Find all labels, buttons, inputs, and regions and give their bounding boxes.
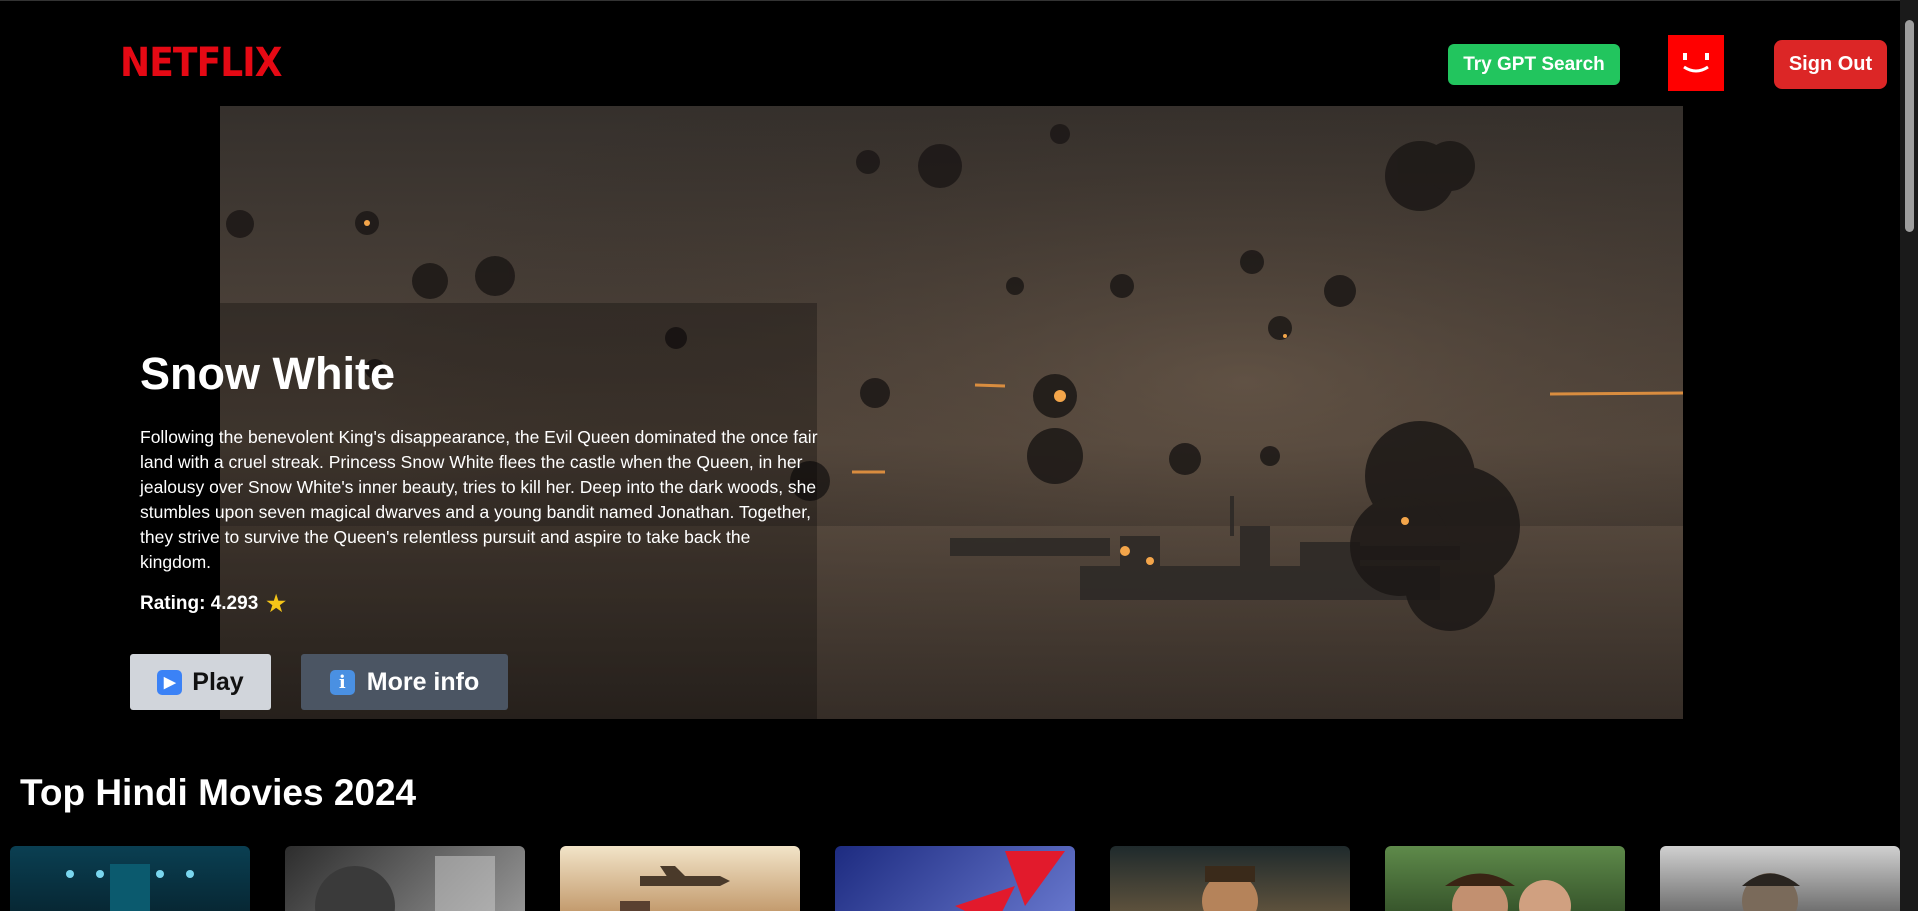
poster-6-art <box>1445 873 1571 911</box>
poster-1-art <box>66 864 194 911</box>
info-icon: i <box>329 669 355 695</box>
poster-5-art <box>1202 866 1258 911</box>
poster-2-art <box>315 856 495 911</box>
poster-7-art <box>1742 873 1800 911</box>
rating-text: Rating: 4.293 <box>140 593 259 614</box>
hero-title: Snow White <box>140 348 395 399</box>
play-button[interactable]: ▶ Play <box>130 654 271 710</box>
star-icon: ★ <box>266 591 286 616</box>
more-info-label: More info <box>366 667 480 696</box>
netflix-logo[interactable]: NETFLIX <box>120 40 283 86</box>
play-label: Play <box>192 667 244 696</box>
row-title: Top Hindi Movies 2024 <box>20 772 417 813</box>
movie-poster[interactable] <box>835 846 1075 911</box>
movie-row <box>10 846 1900 911</box>
scrollbar-thumb[interactable] <box>1905 20 1914 232</box>
play-icon: ▶ <box>157 669 183 695</box>
hero-rating: Rating: 4.293 ★ <box>140 591 286 617</box>
try-gpt-search-button[interactable]: Try GPT Search <box>1448 44 1620 85</box>
window-top-border <box>0 0 1918 1</box>
page-scrollbar[interactable] <box>1900 0 1918 911</box>
user-avatar[interactable] <box>1668 35 1724 91</box>
movie-poster[interactable] <box>10 846 250 911</box>
more-info-button[interactable]: i More info <box>301 654 508 710</box>
movie-poster[interactable] <box>560 846 800 911</box>
movie-poster[interactable] <box>1660 846 1900 911</box>
netflix-browse-page: NETFLIX Try GPT Search Sign Out Snow Whi… <box>0 0 1918 911</box>
movie-poster[interactable] <box>1110 846 1350 911</box>
hero-description: Following the benevolent King's disappea… <box>140 427 818 572</box>
smile-avatar-icon <box>1683 53 1709 73</box>
poster-4-art <box>955 851 1065 911</box>
movie-poster[interactable] <box>285 846 525 911</box>
sign-out-button[interactable]: Sign Out <box>1774 40 1887 89</box>
movie-poster[interactable] <box>1385 846 1625 911</box>
poster-3-art <box>620 866 730 911</box>
